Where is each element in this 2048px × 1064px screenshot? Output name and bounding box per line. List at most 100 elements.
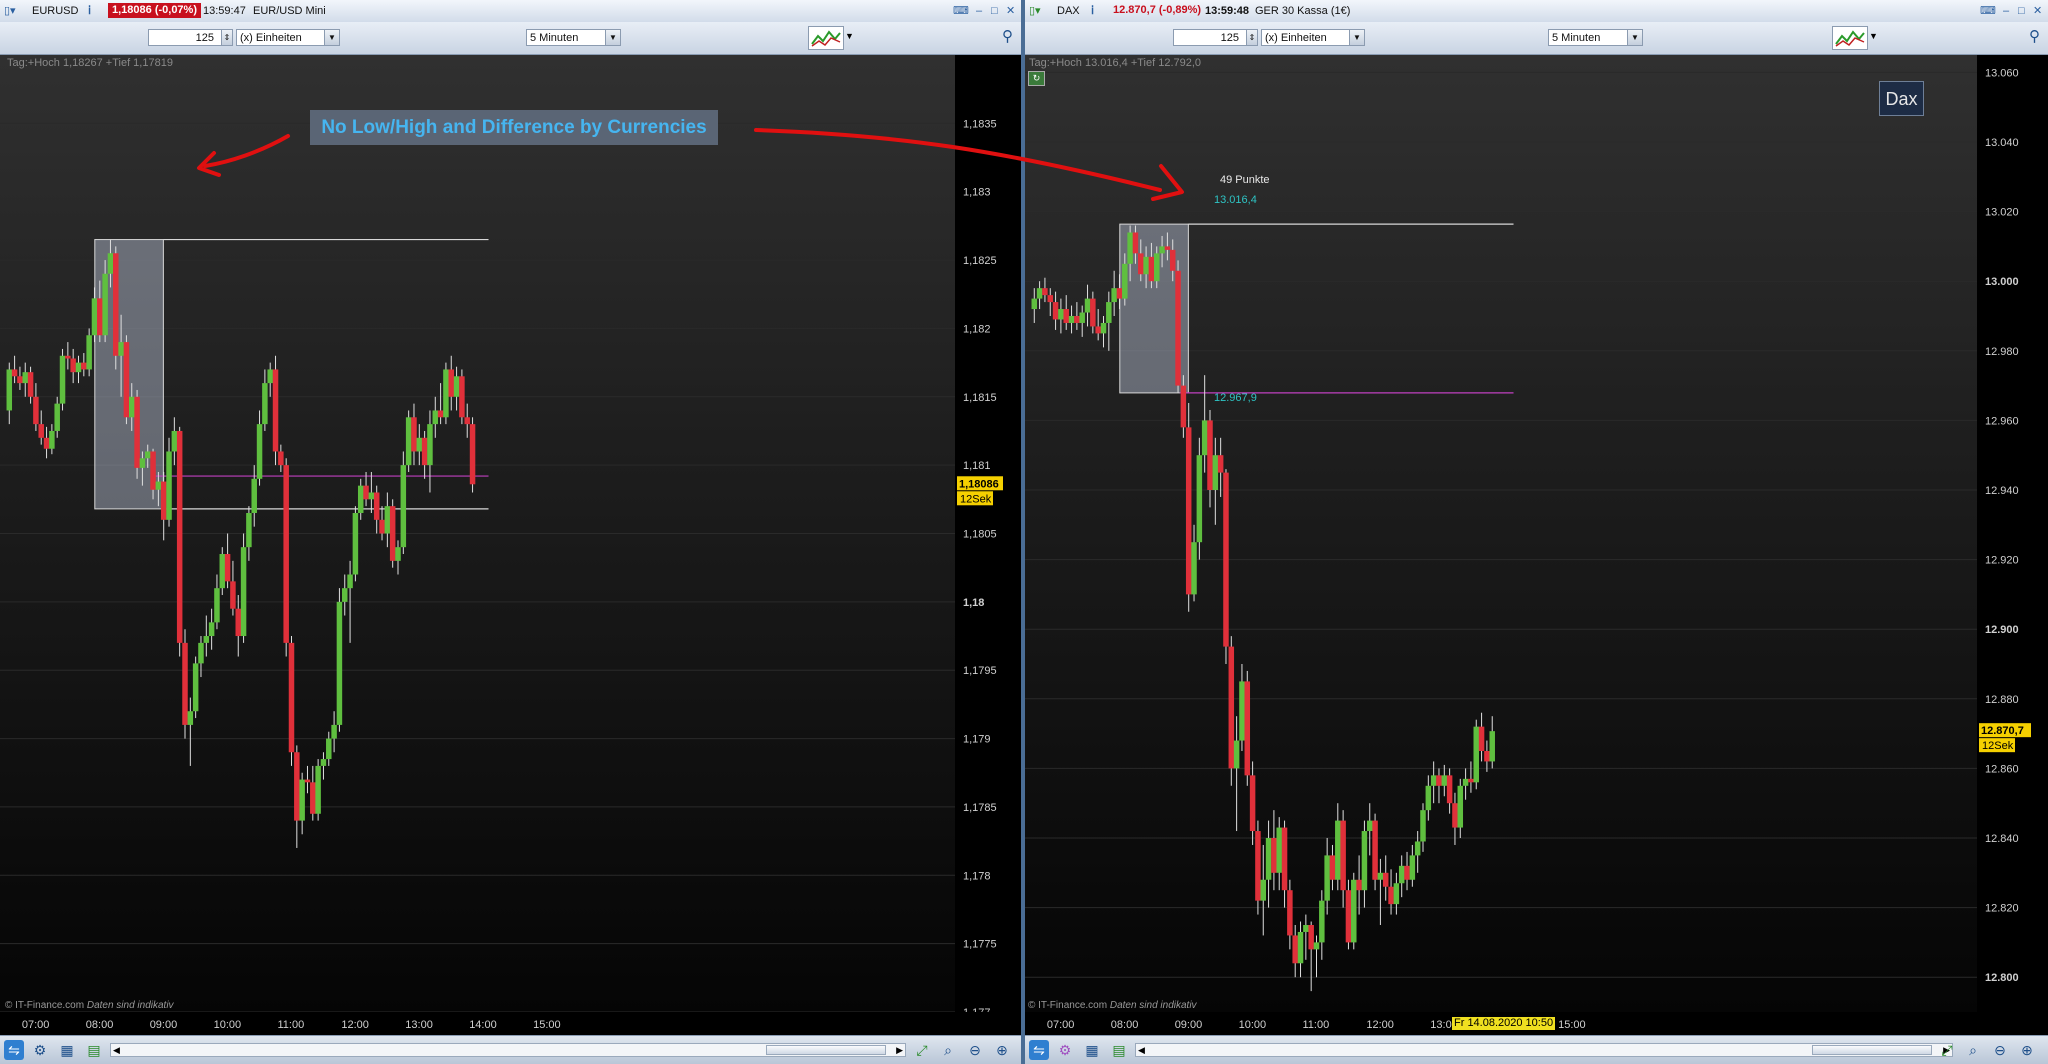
maximize-icon[interactable]: □ [991, 0, 998, 22]
keyboard-icon[interactable]: ⌨ [953, 0, 969, 22]
candle-body [363, 485, 369, 500]
candle-body [342, 588, 348, 602]
candle-body [1260, 879, 1266, 901]
y-tick-label: 1,18 [963, 597, 984, 609]
info-icon[interactable]: ⅰ [1091, 0, 1094, 22]
window-menu-icon[interactable]: ▯▾ [1029, 0, 1041, 22]
candle-body [443, 369, 449, 418]
eurusd-time-axis[interactable]: 07:00 08:00 09:00 10:00 11:00 12:00 13:00 14:00… [0, 1012, 1021, 1035]
candle-body [107, 253, 114, 274]
indicator-icon[interactable]: ▤ [84, 1040, 104, 1060]
cursor-time-label: Fr 14.08.2020 10:50 [1452, 1017, 1556, 1030]
y-tick-label: 13.060 [1985, 67, 2019, 79]
maximize-icon[interactable]: □ [2018, 0, 2025, 22]
minimize-icon[interactable]: – [976, 0, 982, 22]
x-tick-label: 10:00 [1239, 1019, 1267, 1031]
zoom-out-icon[interactable]: ⊖ [1990, 1040, 2010, 1060]
candle-body [453, 376, 460, 397]
x-tick-label: 09:00 [1175, 1019, 1203, 1031]
candle-body [1036, 288, 1043, 299]
candle-body [1154, 253, 1160, 282]
candle-body [102, 273, 108, 336]
quantity-stepper[interactable]: 125 ⇕ [148, 29, 233, 46]
candle-body [1356, 879, 1362, 891]
candle-body [368, 492, 375, 500]
stepper-arrows-icon[interactable]: ⇕ [1246, 30, 1257, 45]
calculator-icon[interactable]: ▦ [1082, 1040, 1102, 1060]
candle-body [1345, 890, 1352, 943]
instrument-name: EUR/USD Mini [253, 5, 326, 17]
quantity-stepper[interactable]: 125 ⇕ [1173, 29, 1258, 46]
eurusd-plot-area[interactable]: Tag:+Hoch 1,18267 +Tief 1,17819 © IT-Fin… [0, 55, 955, 1013]
pin-icon[interactable]: ⚲ [1002, 27, 1013, 45]
stepper-arrows-icon[interactable]: ⇕ [221, 30, 232, 45]
scroll-thumb[interactable] [766, 1045, 886, 1055]
autoscale-icon[interactable]: ⤢ [1937, 1040, 1957, 1060]
zoom-in-icon[interactable]: ⊕ [992, 1040, 1012, 1060]
candle-body [304, 779, 311, 783]
copyright-text: © IT-Finance.com [1028, 1000, 1108, 1011]
pin-icon[interactable]: ⚲ [2029, 27, 2040, 45]
refresh-icon[interactable]: ↻ [1028, 71, 1045, 86]
time-scrollbar[interactable]: ◀ ▶ [1135, 1043, 1953, 1057]
share-icon[interactable]: ⇋ [4, 1040, 24, 1060]
countdown-value: 12Sek [960, 493, 992, 505]
candle-body [1159, 246, 1165, 254]
chart-type-icon[interactable] [1832, 26, 1868, 50]
zoom-out-icon[interactable]: ⊖ [965, 1040, 985, 1060]
unit-select[interactable]: (x) Einheiten ▼ [236, 29, 340, 46]
time-scrollbar[interactable]: ◀ ▶ [110, 1043, 906, 1057]
eurusd-price-axis[interactable]: 1,1835 1,183 1,1825 1,182 1,1815 1,181 1,1805 1… [955, 55, 1021, 1019]
zoom-fit-icon[interactable]: ⌕ [938, 1040, 958, 1060]
window-menu-icon[interactable]: ▯▾ [4, 0, 16, 22]
chevron-down-icon[interactable]: ▼ [1627, 30, 1642, 45]
zoom-settings-icon[interactable]: ⚙ [30, 1040, 50, 1060]
interval-select[interactable]: 5 Minuten ▼ [1548, 29, 1643, 46]
dax-plot-area[interactable]: Tag:+Hoch 13.016,4 +Tief 12.792,0 ↻ 49 P… [1025, 55, 1977, 1012]
zoom-in-icon[interactable]: ⊕ [2017, 1040, 2037, 1060]
calculator-icon[interactable]: ▦ [57, 1040, 77, 1060]
y-tick-label: 12.940 [1985, 485, 2019, 497]
dax-time-axis[interactable]: 07:0008:0009:0010:0011:0012:0013:0014:00… [1025, 1012, 2048, 1035]
info-icon[interactable]: ⅰ [88, 0, 91, 22]
candle-body [1042, 288, 1048, 296]
dax-candles-svg [1025, 71, 1977, 992]
zoom-settings-icon[interactable]: ⚙ [1055, 1040, 1075, 1060]
chevron-down-icon[interactable]: ▼ [324, 30, 339, 45]
candle-body [86, 335, 92, 370]
scroll-left-icon[interactable]: ◀ [113, 1044, 120, 1056]
close-icon[interactable]: ✕ [1006, 0, 1015, 22]
copyright-note: © IT-Finance.com Daten sind indikativ [5, 1000, 174, 1011]
dax-price-axis[interactable]: 13.060 13.040 13.020 13.000 12.980 12.960 12.9… [1977, 55, 2048, 1012]
candle-body [373, 492, 380, 520]
zoom-fit-icon[interactable]: ⌕ [1963, 1040, 1983, 1060]
candle-body [6, 369, 13, 411]
indicator-icon[interactable]: ▤ [1109, 1040, 1129, 1060]
candle-body [49, 430, 55, 449]
scroll-left-icon[interactable]: ◀ [1138, 1044, 1145, 1056]
autoscale-icon[interactable]: ⤢ [912, 1040, 932, 1060]
day-high-low-info: Tag:+Hoch 13.016,4 +Tief 12.792,0 [1029, 57, 1202, 69]
quantity-value: 125 [195, 32, 214, 44]
chart-type-dropdown-icon[interactable]: ▼ [845, 31, 854, 41]
unit-select[interactable]: (x) Einheiten ▼ [1261, 29, 1365, 46]
share-icon[interactable]: ⇋ [1029, 1040, 1049, 1060]
candle-body [315, 765, 321, 814]
candle-body [1425, 785, 1432, 811]
dax-chart-window: ▯▾ DAX ⅰ 12.870,7 (-0,89%) 13:59:48 GER … [1025, 0, 2048, 1064]
chevron-down-icon[interactable]: ▼ [605, 30, 620, 45]
interval-select[interactable]: 5 Minuten ▼ [526, 29, 621, 46]
minimize-icon[interactable]: – [2003, 0, 2009, 22]
chevron-down-icon[interactable]: ▼ [1349, 30, 1364, 45]
close-icon[interactable]: ✕ [2033, 0, 2042, 22]
scroll-thumb[interactable] [1812, 1045, 1932, 1055]
keyboard-icon[interactable]: ⌨ [1980, 0, 1996, 22]
candle-body [1201, 420, 1208, 456]
candle-body [129, 396, 135, 418]
scroll-right-icon[interactable]: ▶ [896, 1044, 903, 1056]
candle-body [1436, 775, 1442, 786]
candle-body [1196, 455, 1203, 543]
chart-type-icon[interactable] [808, 26, 844, 50]
instrument-name: GER 30 Kassa (1€) [1255, 5, 1351, 17]
chart-type-dropdown-icon[interactable]: ▼ [1869, 31, 1878, 41]
